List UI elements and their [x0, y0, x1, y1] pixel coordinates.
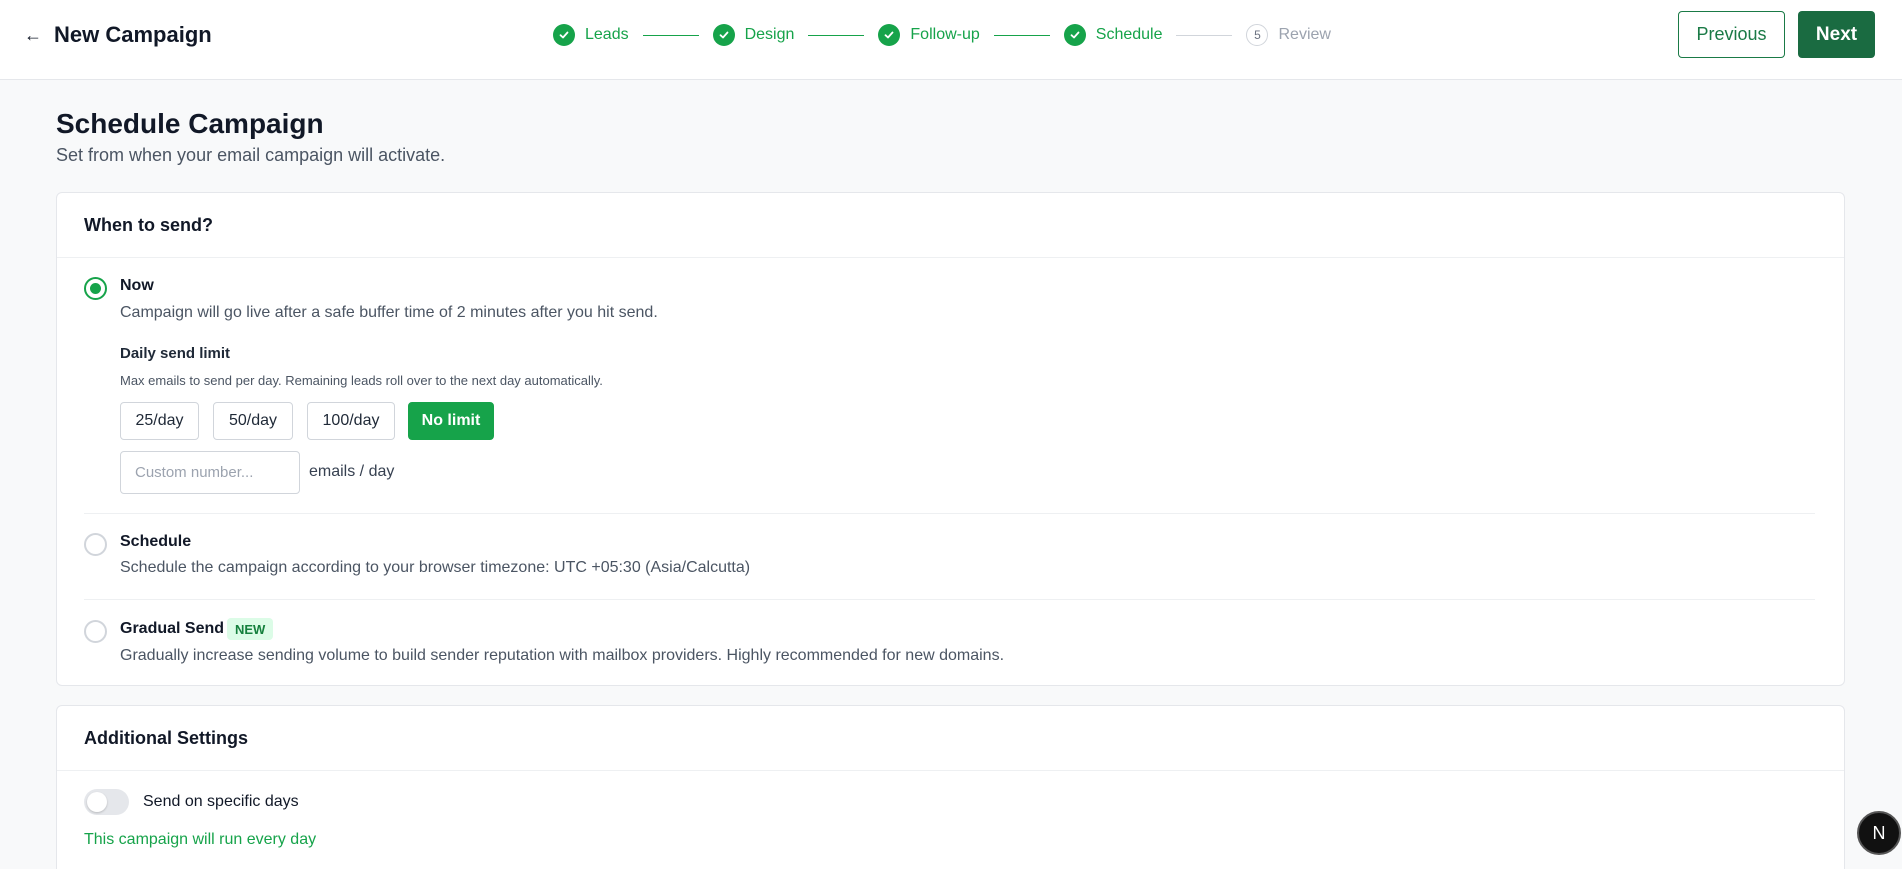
- option-title-now: Now: [120, 277, 154, 294]
- option-desc-gradual-send: Gradually increase sending volume to bui…: [120, 647, 1005, 664]
- step-label: Schedule: [1095, 26, 1163, 43]
- radio-schedule[interactable]: [84, 533, 107, 556]
- option-desc-schedule: Schedule the campaign according to your …: [120, 559, 751, 576]
- step-schedule[interactable]: Schedule: [1063, 24, 1163, 46]
- card-heading: Additional Settings: [57, 706, 1844, 771]
- step-follow-up[interactable]: Follow-up: [878, 24, 980, 46]
- unit-label: emails / day: [309, 463, 395, 480]
- step-label: Review: [1278, 26, 1331, 43]
- daily-limit-title: Daily send limit: [120, 345, 231, 362]
- page-subtitle: Set from when your email campaign will a…: [56, 145, 446, 165]
- check-icon: [553, 24, 575, 46]
- daily-limit-desc: Max emails to send per day. Remaining le…: [120, 373, 603, 388]
- check-icon: [1063, 24, 1086, 46]
- when-to-send-card: When to send? Now Campaign will go live …: [56, 192, 1845, 686]
- run-note: This campaign will run every day: [84, 831, 317, 848]
- step-label: Follow-up: [910, 26, 980, 43]
- page-title: Schedule Campaign: [56, 108, 324, 139]
- chip-50-day[interactable]: 50/day: [213, 402, 293, 440]
- step-connector: [1176, 34, 1233, 36]
- step-number: 5: [1246, 24, 1269, 46]
- previous-button[interactable]: Previous: [1678, 11, 1785, 58]
- next-button[interactable]: Next: [1798, 11, 1875, 58]
- radio-gradual-send[interactable]: [84, 620, 107, 643]
- step-connector: [808, 34, 865, 36]
- divider: [84, 513, 1815, 514]
- arrow-left-icon: ←: [24, 25, 42, 45]
- custom-limit-input[interactable]: [120, 451, 300, 494]
- step-label: Design: [744, 26, 795, 43]
- chip-100-day[interactable]: 100/day: [307, 402, 395, 440]
- option-title-schedule: Schedule: [120, 533, 192, 550]
- step-label: Leads: [585, 26, 629, 43]
- specific-days-toggle[interactable]: [84, 789, 129, 815]
- divider: [84, 599, 1815, 600]
- option-desc-now: Campaign will go live after a safe buffe…: [120, 304, 658, 321]
- additional-settings-card: Additional Settings Send on specific day…: [56, 705, 1845, 869]
- step-leads[interactable]: Leads: [553, 24, 629, 46]
- specific-days-label: Send on specific days: [143, 793, 299, 810]
- back-button[interactable]: ← New Campaign: [24, 20, 212, 50]
- check-icon: [878, 24, 901, 46]
- check-icon: [712, 24, 735, 46]
- campaign-stepper: Leads Design Follow-up Schedule 5 Review: [553, 24, 1331, 46]
- radio-now[interactable]: [84, 277, 107, 300]
- top-bar: ← New Campaign Leads Design Follow-up Sc…: [0, 0, 1902, 80]
- step-connector: [993, 34, 1050, 36]
- chip-25-day[interactable]: 25/day: [120, 402, 199, 440]
- step-connector: [642, 34, 699, 36]
- floating-assistant-button[interactable]: N: [1857, 811, 1901, 855]
- step-design[interactable]: Design: [712, 24, 795, 46]
- chip-no-limit[interactable]: No limit: [408, 402, 494, 440]
- step-review[interactable]: 5 Review: [1246, 24, 1331, 46]
- option-title-gradual-send: Gradual Send: [120, 620, 225, 637]
- campaign-title: New Campaign: [54, 22, 212, 47]
- card-heading: When to send?: [57, 193, 1844, 258]
- new-badge: NEW: [227, 618, 274, 640]
